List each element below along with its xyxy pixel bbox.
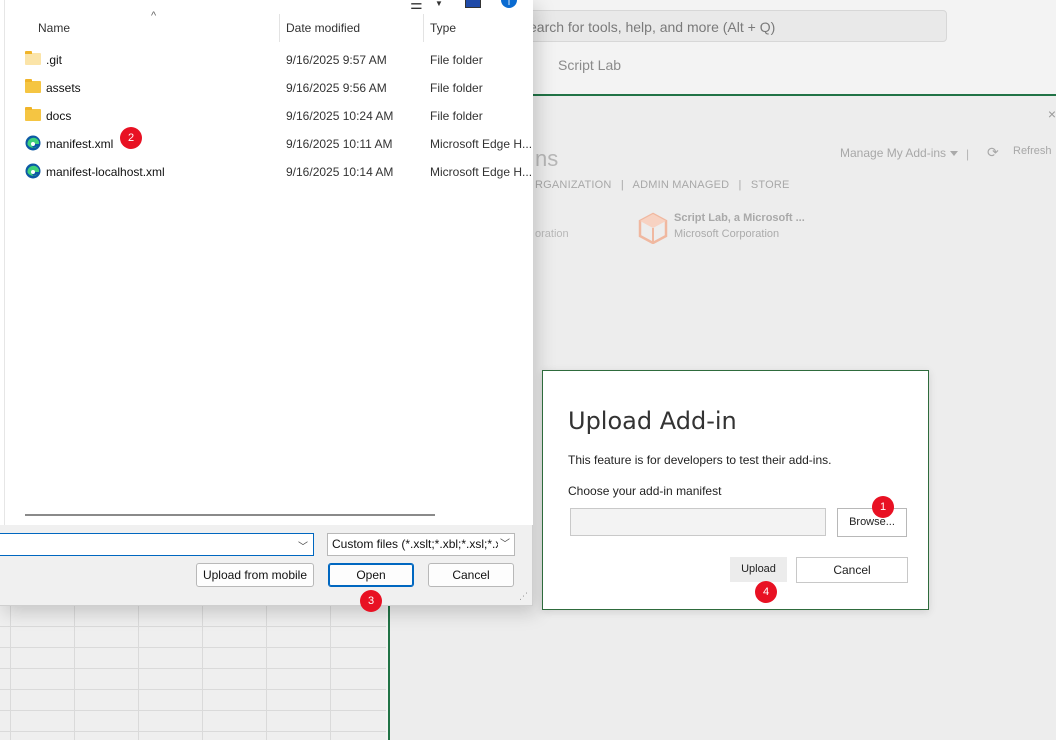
file-type-select[interactable]: Custom files (*.xslt;*.xbl;*.xsl;*.x ﹀ bbox=[327, 533, 515, 556]
addin-name[interactable]: Script Lab, a Microsoft ... bbox=[674, 212, 805, 224]
upload-addin-dialog: Upload Add-in This feature is for develo… bbox=[542, 370, 929, 610]
folder-icon bbox=[25, 79, 41, 93]
file-date: 9/16/2025 9:56 AM bbox=[286, 81, 387, 95]
close-icon[interactable]: × bbox=[1048, 106, 1056, 122]
file-date: 9/16/2025 10:11 AM bbox=[286, 137, 393, 151]
resize-grip-icon[interactable]: ⋰ bbox=[519, 591, 528, 602]
chevron-down-icon bbox=[950, 151, 959, 157]
manage-my-addins-label: Manage My Add-ins bbox=[840, 146, 947, 160]
sort-ascending-icon: ^ bbox=[151, 10, 157, 22]
file-name: manifest-localhost.xml bbox=[46, 165, 165, 179]
file-row-assets[interactable]: assets 9/16/2025 9:56 AM File folder bbox=[4, 74, 532, 102]
step-badge-1: 1 bbox=[872, 496, 894, 518]
upload-button[interactable]: Upload bbox=[730, 557, 787, 582]
file-name: manifest.xml bbox=[46, 137, 114, 151]
edge-icon bbox=[25, 135, 41, 151]
view-options-icon[interactable]: ☰ bbox=[410, 0, 423, 13]
file-name: docs bbox=[46, 109, 72, 123]
dialog-description: This feature is for developers to test t… bbox=[568, 453, 832, 467]
step-badge-3: 3 bbox=[360, 590, 382, 612]
manifest-label: Choose your add-in manifest bbox=[568, 484, 722, 498]
addin-publisher: Microsoft Corporation bbox=[674, 228, 780, 240]
preview-pane-icon[interactable] bbox=[465, 0, 481, 8]
script-lab-icon[interactable] bbox=[638, 212, 668, 244]
column-divider[interactable] bbox=[279, 14, 280, 42]
addins-category-tabs: RGANIZATION | ADMIN MANAGED | STORE bbox=[535, 179, 796, 191]
file-name: assets bbox=[46, 81, 81, 95]
file-type: Microsoft Edge H... bbox=[430, 165, 532, 179]
tab-separator: | bbox=[620, 179, 624, 191]
file-date: 9/16/2025 9:57 AM bbox=[286, 53, 387, 67]
file-type-select-value: Custom files (*.xslt;*.xbl;*.xsl;*.x bbox=[332, 537, 502, 551]
folder-icon bbox=[25, 107, 41, 121]
file-row-manifest-localhost[interactable]: manifest-localhost.xml 9/16/2025 10:14 A… bbox=[4, 158, 532, 186]
file-date: 9/16/2025 10:24 AM bbox=[286, 109, 394, 123]
edge-icon bbox=[25, 163, 41, 179]
cancel-button[interactable]: Cancel bbox=[428, 563, 514, 587]
chevron-down-icon: ﹀ bbox=[498, 534, 510, 555]
refresh-link[interactable]: Refresh bbox=[1013, 145, 1052, 157]
horizontal-scrollbar[interactable] bbox=[25, 514, 435, 516]
ribbon-tab-script-lab[interactable]: Script Lab bbox=[558, 57, 621, 73]
file-type: File folder bbox=[430, 81, 483, 95]
tab-admin-managed[interactable]: ADMIN MANAGED bbox=[633, 179, 730, 191]
file-date: 9/16/2025 10:14 AM bbox=[286, 165, 394, 179]
file-row-git[interactable]: .git 9/16/2025 9:57 AM File folder bbox=[4, 46, 532, 74]
chevron-down-icon[interactable]: ﹀ bbox=[298, 538, 308, 553]
tab-store[interactable]: STORE bbox=[751, 179, 790, 191]
file-type: File folder bbox=[430, 53, 483, 67]
manage-my-addins-dropdown[interactable]: Manage My Add-ins bbox=[840, 146, 959, 160]
file-name-input[interactable]: ﹀ bbox=[0, 533, 314, 556]
search-box[interactable]: earch for tools, help, and more (Alt + Q… bbox=[492, 10, 947, 42]
column-header-type[interactable]: Type bbox=[430, 14, 456, 42]
addin-publisher-partial: oration bbox=[535, 228, 569, 240]
manifest-path-field[interactable] bbox=[570, 508, 826, 536]
cancel-button[interactable]: Cancel bbox=[796, 557, 908, 583]
separator: | bbox=[966, 147, 970, 161]
dialog-title: Upload Add-in bbox=[568, 407, 737, 435]
folder-icon bbox=[25, 51, 41, 65]
browse-button[interactable]: Browse... bbox=[837, 508, 907, 537]
spreadsheet-grid[interactable] bbox=[0, 605, 386, 740]
column-header-date-modified[interactable]: Date modified bbox=[286, 14, 360, 42]
chevron-down-icon[interactable]: ▼ bbox=[435, 0, 443, 8]
step-badge-4: 4 bbox=[755, 581, 777, 603]
tab-separator: | bbox=[738, 179, 742, 191]
file-type: Microsoft Edge H... bbox=[430, 137, 532, 151]
step-badge-2: 2 bbox=[120, 127, 142, 149]
column-header-name[interactable]: Name bbox=[38, 14, 70, 42]
addins-heading: ns bbox=[535, 146, 559, 171]
file-open-dialog: ☰ ▼ i ^ Name Date modified Type .git 9/1… bbox=[0, 0, 533, 612]
upload-from-mobile-button[interactable]: Upload from mobile bbox=[196, 563, 314, 587]
open-button[interactable]: Open bbox=[328, 563, 414, 587]
file-name: .git bbox=[46, 53, 63, 67]
file-row-docs[interactable]: docs 9/16/2025 10:24 AM File folder bbox=[4, 102, 532, 130]
file-type: File folder bbox=[430, 109, 483, 123]
column-divider[interactable] bbox=[423, 14, 424, 42]
file-row-manifest[interactable]: manifest.xml 9/16/2025 10:11 AM Microsof… bbox=[4, 130, 532, 158]
tab-organization[interactable]: RGANIZATION bbox=[535, 179, 612, 191]
refresh-icon[interactable]: ⟳ bbox=[987, 144, 999, 161]
